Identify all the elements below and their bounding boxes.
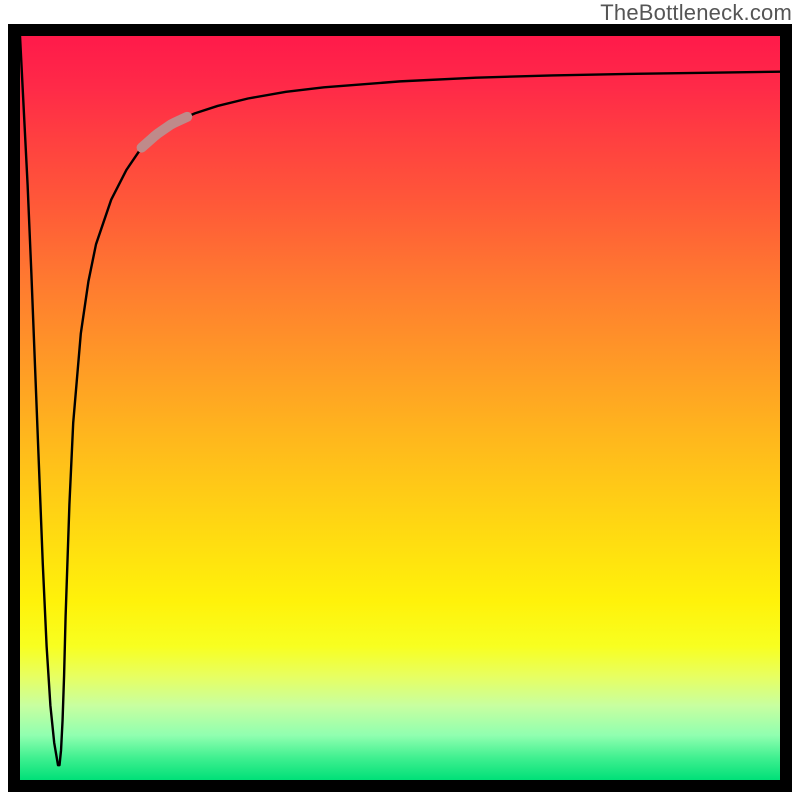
watermark-label: TheBottleneck.com	[600, 0, 792, 26]
curve-svg	[20, 36, 780, 780]
plot-area	[8, 24, 792, 792]
curve-highlight-segment	[142, 117, 188, 148]
chart-container: TheBottleneck.com	[0, 0, 800, 800]
bottleneck-curve	[20, 36, 780, 765]
